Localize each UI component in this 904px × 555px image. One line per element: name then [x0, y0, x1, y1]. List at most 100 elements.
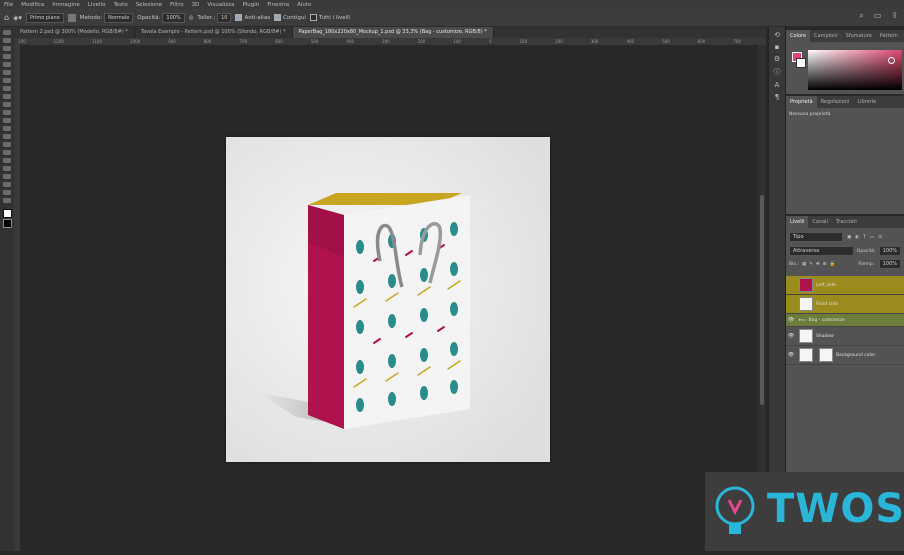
tolleranza-input[interactable]: 10	[217, 12, 232, 23]
share-icon[interactable]: ⇪	[891, 11, 898, 21]
bucket-tool-icon[interactable]: ◈▾	[13, 14, 22, 22]
home-icon[interactable]: ⌂	[4, 13, 9, 22]
menu-aiuto[interactable]: Aiuto	[293, 2, 315, 8]
eyedropper-tool-icon[interactable]	[3, 78, 11, 83]
menu-3d[interactable]: 3D	[188, 2, 204, 8]
info-icon[interactable]: ⓘ	[774, 67, 781, 77]
opacita-input[interactable]: 100%	[162, 12, 185, 23]
properties-panel: Proprietà Regolazioni Librerie Nessuna p…	[786, 96, 904, 214]
more-tools-icon[interactable]	[3, 198, 11, 203]
tab-tracciati[interactable]: Tracciati	[832, 216, 861, 228]
lock-all-icon[interactable]: 🔒	[830, 262, 836, 267]
pattern-swatch[interactable]	[67, 13, 76, 22]
filter-adjust-icon[interactable]: ◐	[855, 235, 859, 240]
frame-tool-icon[interactable]	[3, 70, 11, 75]
hand-tool-icon[interactable]	[3, 182, 11, 187]
tutti-livelli-label: Tutti i livelli	[318, 14, 351, 21]
tab-canali[interactable]: Canali	[808, 216, 832, 228]
tab-sfumature[interactable]: Sfumature	[842, 30, 876, 42]
tab-campioni[interactable]: Campioni	[810, 30, 842, 42]
zoom-tool-icon[interactable]	[3, 190, 11, 195]
tutti-livelli-checkbox[interactable]	[309, 14, 317, 21]
pen-tool-icon[interactable]	[3, 150, 11, 155]
fill-input[interactable]: 100%	[878, 259, 901, 269]
pressure-opacity-icon[interactable]: ◎	[189, 15, 194, 21]
background-color-swatch[interactable]	[2, 219, 12, 228]
move-tool-icon[interactable]	[3, 30, 11, 35]
bucket-tool-sidebar-icon[interactable]	[3, 126, 11, 131]
paragraph-icon[interactable]: ¶	[775, 93, 779, 101]
filter-smart-icon[interactable]: ⊡	[878, 235, 882, 240]
healing-tool-icon[interactable]	[3, 86, 11, 91]
menu-file[interactable]: File	[0, 2, 17, 8]
lock-artboard-icon[interactable]: ⊞	[823, 262, 827, 267]
menu-modifica[interactable]: Modifica	[17, 2, 48, 8]
layer-row[interactable]: 👁 Shadow	[786, 327, 904, 346]
eraser-tool-icon[interactable]	[3, 118, 11, 123]
menu-immagine[interactable]: Immagine	[48, 2, 84, 8]
menu-filtro[interactable]: Filtro	[166, 2, 187, 8]
tab-tavola-esempio[interactable]: Tavola Esempio - Pattern.psd @ 100% (Sfo…	[135, 27, 293, 38]
dodge-tool-icon[interactable]	[3, 142, 11, 147]
ruler-tick-label: 300	[382, 39, 390, 44]
layer-row[interactable]: 👁 ▸▭ Bag - customize	[786, 314, 904, 327]
eye-icon[interactable]: 👁	[786, 352, 796, 358]
opacity-input[interactable]: 100%	[878, 246, 901, 256]
filter-shape-icon[interactable]: ▭	[870, 235, 874, 240]
tab-regolazioni[interactable]: Regolazioni	[817, 96, 854, 108]
stamp-tool-icon[interactable]	[3, 102, 11, 107]
eye-icon[interactable]: 👁	[786, 317, 796, 323]
menu-finestra[interactable]: Finestra	[263, 2, 293, 8]
tab-pattern-2[interactable]: Pattern 2.psd @ 300% (Modello, RGB/8#) *	[14, 27, 135, 38]
layer-row[interactable]: Front side	[786, 295, 904, 314]
menu-testo[interactable]: Testo	[109, 2, 131, 8]
history-icon[interactable]: ⟲	[774, 31, 780, 39]
shape-tool-icon[interactable]	[3, 174, 11, 179]
fill-source-select[interactable]: Primo piano	[25, 12, 64, 23]
layer-filter-select[interactable]: Tipo	[789, 232, 843, 242]
history-brush-tool-icon[interactable]	[3, 110, 11, 115]
menu-selezione[interactable]: Selezione	[132, 2, 166, 8]
type-tool-icon[interactable]	[3, 158, 11, 163]
magic-wand-tool-icon[interactable]	[3, 54, 11, 59]
lasso-tool-icon[interactable]	[3, 46, 11, 51]
layer-row[interactable]: 👁 Background color	[786, 346, 904, 365]
antialias-checkbox[interactable]	[235, 14, 243, 21]
background-swatch[interactable]	[796, 58, 806, 68]
path-selection-tool-icon[interactable]	[3, 166, 11, 171]
adjust-icon[interactable]: ⚙	[774, 55, 780, 63]
menu-bar: File Modifica Immagine Livello Testo Sel…	[0, 0, 904, 9]
lock-paint-icon[interactable]: ✎	[809, 262, 813, 267]
menu-livello[interactable]: Livello	[84, 2, 110, 8]
lock-move-icon[interactable]: ✥	[816, 262, 820, 267]
character-icon[interactable]: A	[775, 81, 780, 89]
contigui-checkbox[interactable]	[274, 14, 282, 21]
search-icon[interactable]: ⌕	[859, 11, 863, 21]
filter-type-icon[interactable]: T	[863, 235, 866, 240]
metodo-select[interactable]: Normale	[104, 12, 134, 23]
foreground-color-swatch[interactable]	[2, 209, 12, 218]
menu-plugin[interactable]: Plugin	[238, 2, 263, 8]
lock-pixels-icon[interactable]: ▦	[802, 262, 806, 267]
tab-livelli[interactable]: Livelli	[786, 216, 809, 228]
comments-icon[interactable]: ▪	[775, 43, 780, 51]
layer-row[interactable]: Left_side	[786, 276, 904, 295]
eye-icon[interactable]: 👁	[786, 333, 796, 339]
tab-librerie[interactable]: Librerie	[853, 96, 880, 108]
tab-colore[interactable]: Colore	[786, 30, 811, 42]
blur-tool-icon[interactable]	[3, 134, 11, 139]
ruler-tick-label: 400	[626, 39, 635, 44]
document-canvas[interactable]	[226, 137, 550, 462]
tab-paperbag-mockup[interactable]: PaperBag_180x220x80_Mockup_1.psd @ 33,3%…	[292, 27, 494, 38]
tab-pattern[interactable]: Pattern	[876, 30, 902, 42]
brush-tool-icon[interactable]	[3, 94, 11, 99]
tab-proprieta[interactable]: Proprietà	[786, 96, 817, 108]
color-picker-field[interactable]	[808, 50, 902, 90]
workspace-icon[interactable]: ▭	[874, 11, 882, 21]
blend-mode-select[interactable]: Attraversa	[789, 246, 854, 256]
marquee-tool-icon[interactable]	[3, 38, 11, 43]
crop-tool-icon[interactable]	[3, 62, 11, 67]
filter-image-icon[interactable]: ▣	[847, 235, 851, 240]
canvas-scroll-thumb[interactable]	[760, 195, 764, 405]
menu-visualizza[interactable]: Visualizza	[203, 2, 238, 8]
